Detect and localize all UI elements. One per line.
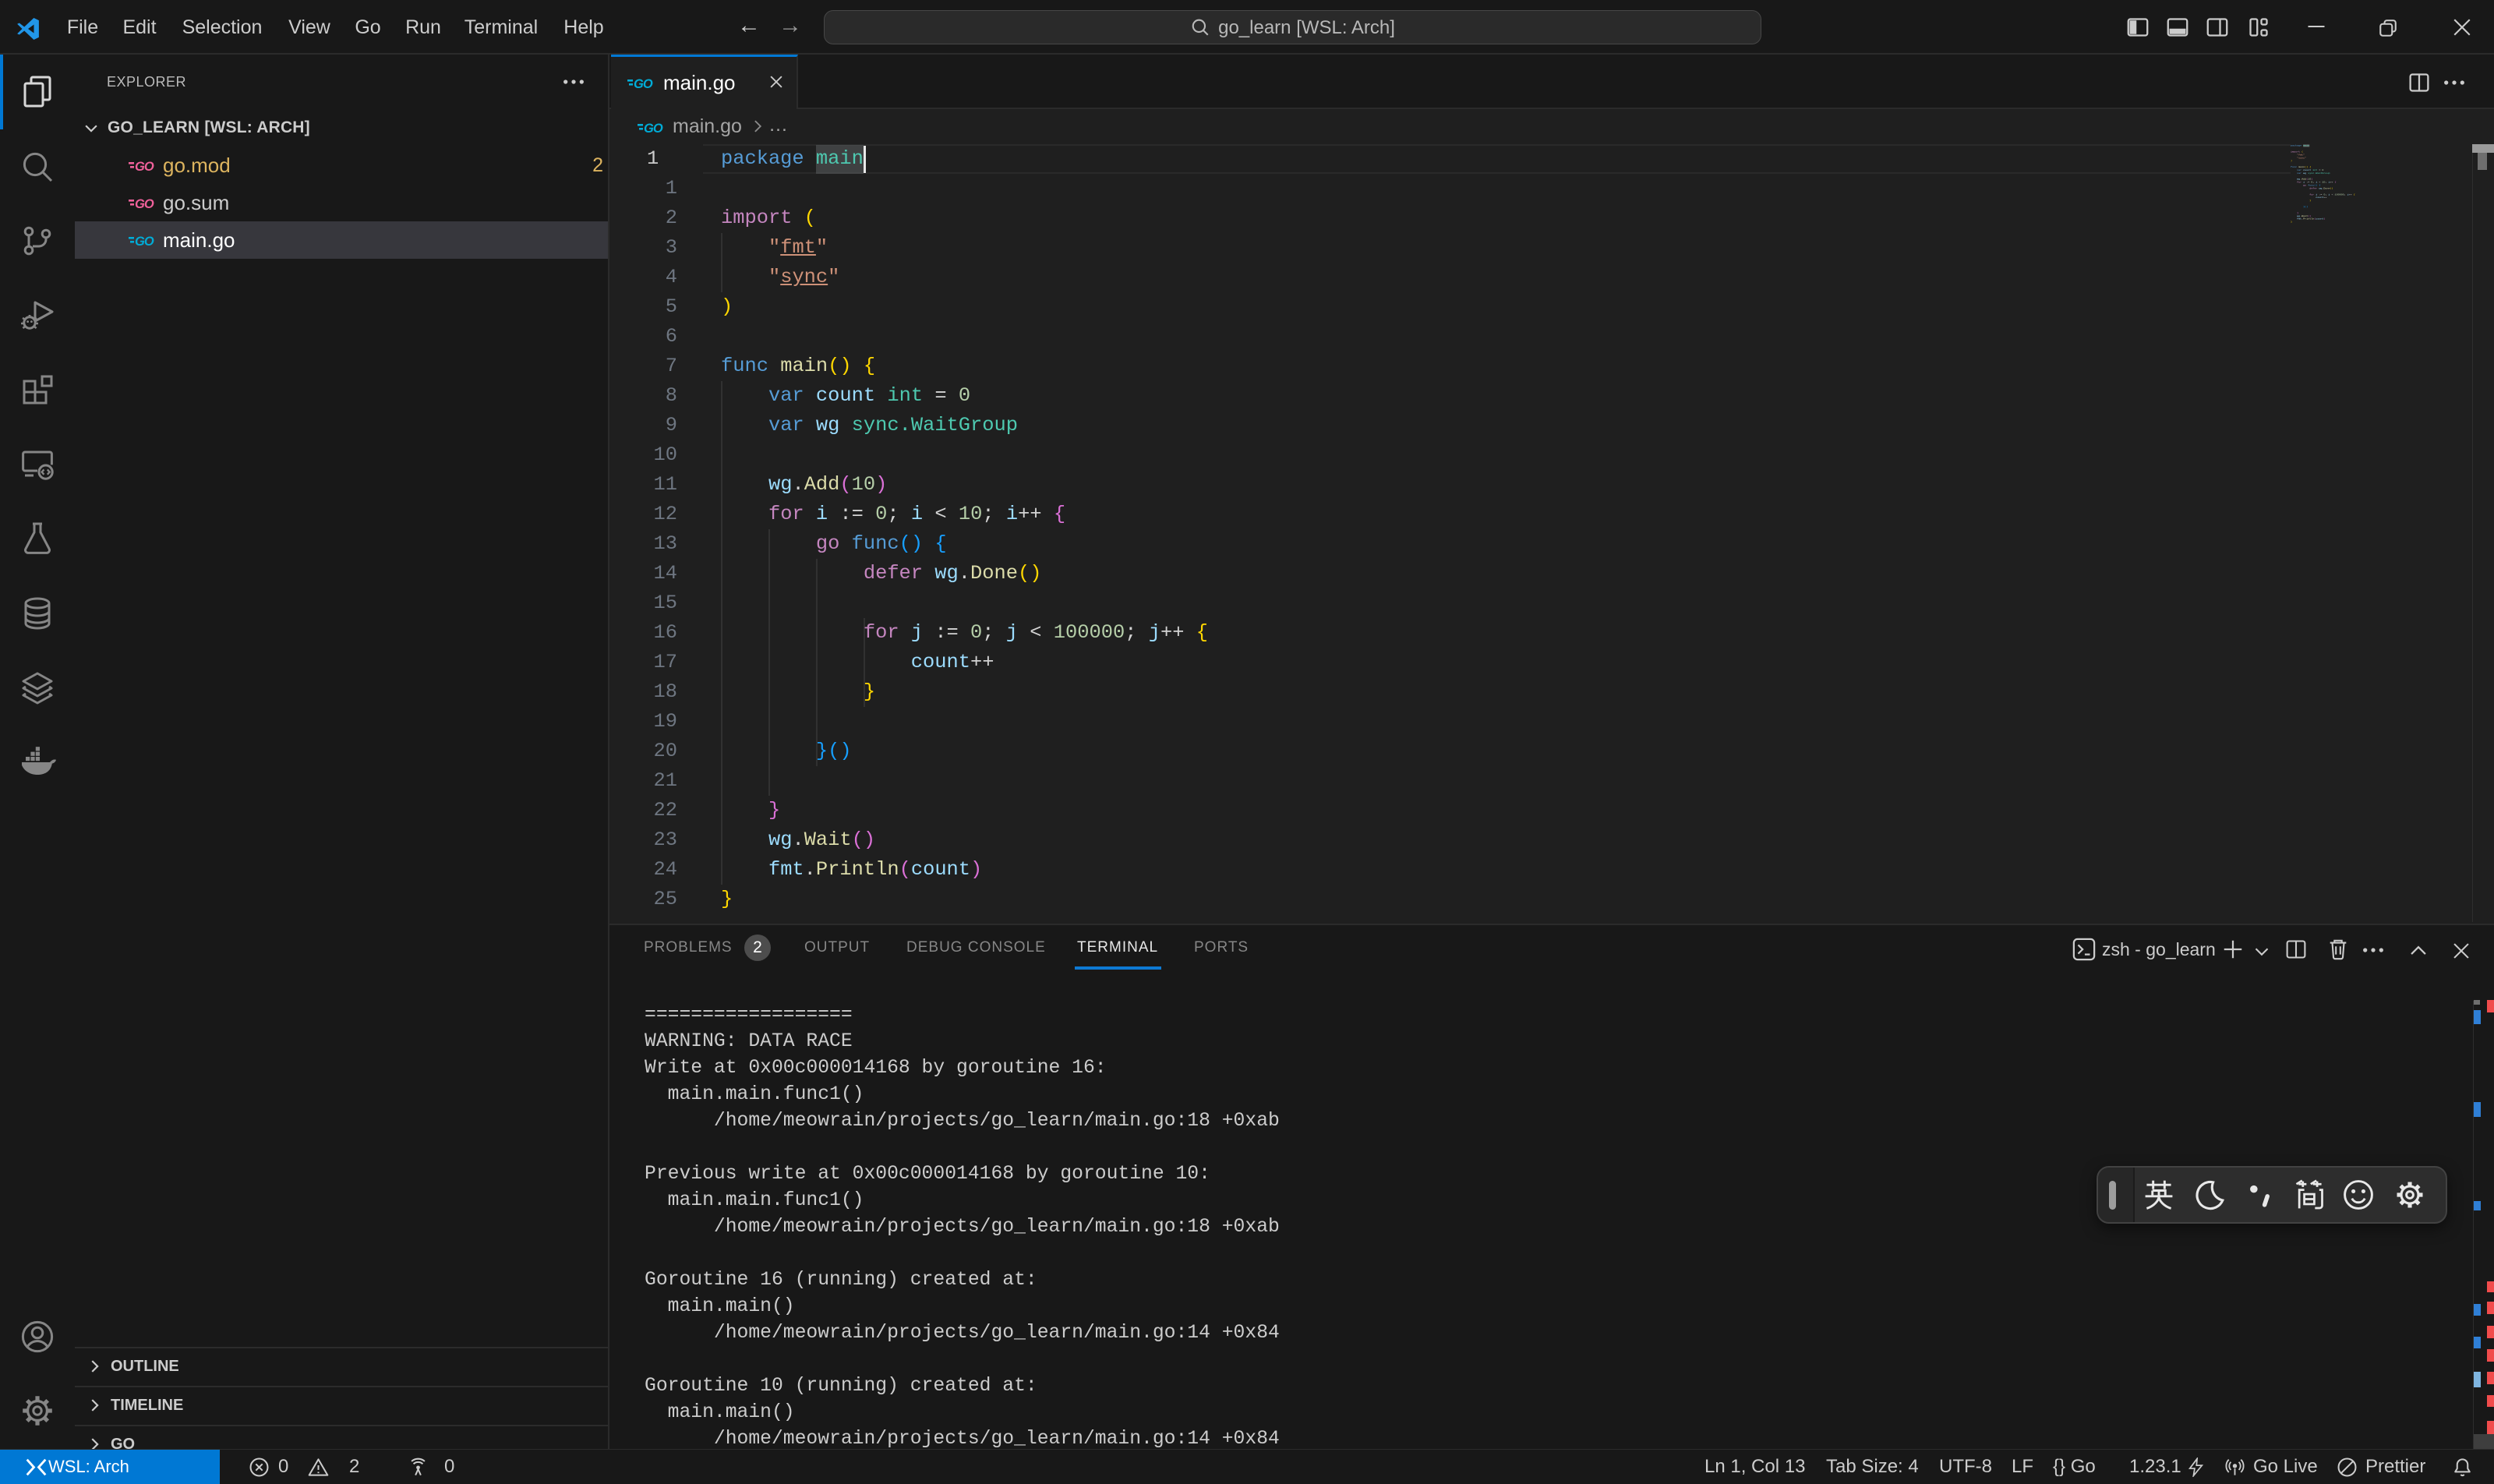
svg-text:GO: GO <box>634 77 653 91</box>
svg-text:GO: GO <box>135 197 154 211</box>
svg-text:GO: GO <box>135 235 154 249</box>
svg-text:GO: GO <box>644 122 663 136</box>
